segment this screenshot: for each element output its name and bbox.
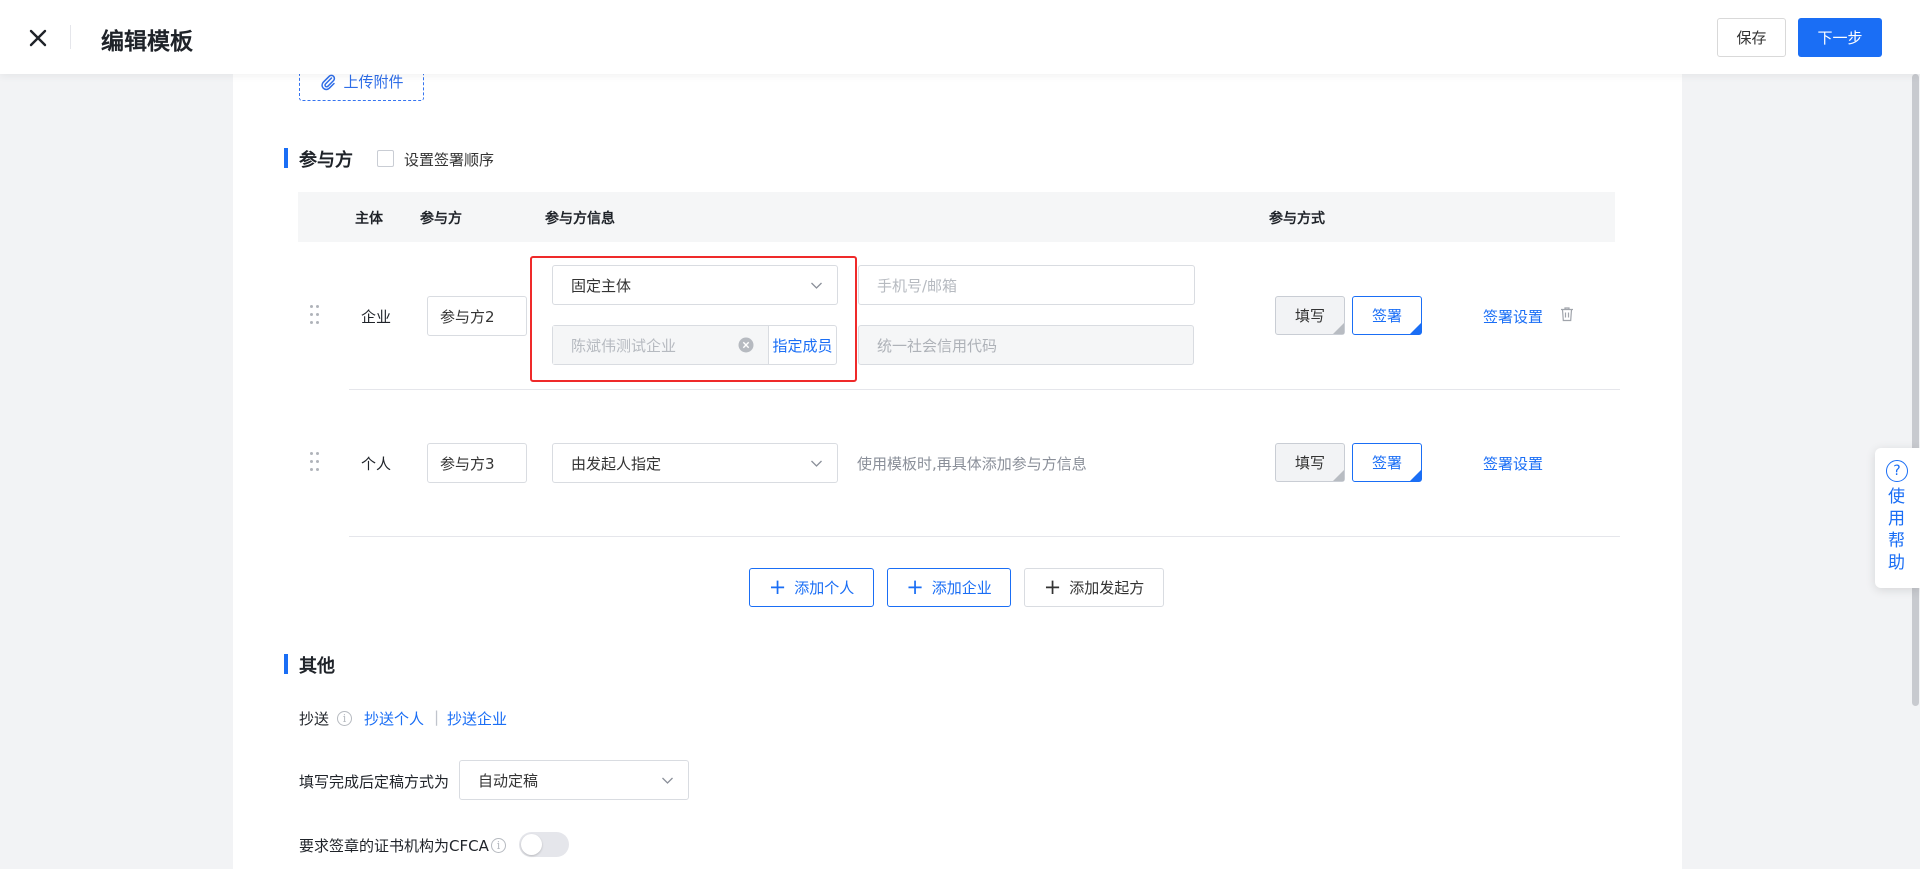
column-header-party: 参与方 (420, 211, 462, 227)
party-info-hint: 使用模板时,再具体添加参与方信息 (857, 455, 1087, 473)
paperclip-icon (321, 74, 336, 90)
info-icon[interactable]: i (491, 838, 506, 853)
sign-settings-link[interactable]: 签署设置 (1483, 306, 1543, 327)
finalize-value: 自动定稿 (478, 771, 539, 790)
page-title: 编辑模板 (101, 29, 193, 55)
subject-type-value: 由发起人指定 (571, 454, 662, 473)
party-name-input[interactable]: 参与方3 (427, 443, 527, 483)
add-company-label: 添加企业 (931, 579, 992, 597)
contact-input[interactable]: 手机号/邮箱 (858, 265, 1195, 305)
highlight-box (530, 256, 857, 382)
sign-method-label: 签署 (1371, 454, 1402, 472)
chevron-down-icon (811, 460, 822, 467)
credit-code-input: 统一社会信用代码 (858, 325, 1194, 365)
row-subject: 企业 (361, 308, 392, 326)
fill-method-button[interactable]: 填写 (1275, 296, 1345, 335)
sign-method-button[interactable]: 签署 (1352, 443, 1422, 482)
plus-icon: + (906, 575, 924, 599)
help-label: 使用帮助 (1888, 487, 1905, 573)
finalize-select[interactable]: 自动定稿 (459, 760, 689, 800)
section-marker (284, 654, 288, 674)
scrollbar-thumb[interactable] (1912, 74, 1919, 706)
plus-icon: + (768, 575, 787, 599)
party-name-input[interactable]: 参与方2 (427, 296, 527, 336)
sign-settings-link[interactable]: 签署设置 (1483, 453, 1543, 474)
row-divider (349, 389, 1620, 390)
cc-person-link[interactable]: 抄送个人 (364, 708, 424, 729)
column-header-info: 参与方信息 (545, 211, 615, 227)
add-company-button[interactable]: + 添加企业 (887, 568, 1011, 607)
sign-method-label: 签署 (1371, 307, 1402, 325)
delete-icon[interactable] (1558, 305, 1576, 323)
add-initiator-label: 添加发起方 (1069, 579, 1145, 597)
column-header-method: 参与方式 (1269, 211, 1325, 227)
drag-handle-icon[interactable] (310, 452, 322, 474)
participants-table-header: 主体 参与方 参与方信息 参与方式 (298, 192, 1615, 242)
subject-type-select[interactable]: 由发起人指定 (552, 443, 838, 483)
drag-handle-icon[interactable] (310, 305, 322, 327)
upload-attachment-label: 上传附件 (343, 73, 404, 91)
row-subject: 个人 (361, 455, 392, 473)
save-button[interactable]: 保存 (1717, 18, 1786, 57)
column-header-subject: 主体 (355, 211, 383, 227)
chevron-down-icon (662, 777, 673, 784)
sign-order-checkbox[interactable] (377, 150, 394, 167)
cc-company-link[interactable]: 抄送企业 (447, 708, 507, 729)
other-section-title: 其他 (299, 656, 335, 677)
fill-method-button[interactable]: 填写 (1275, 443, 1345, 482)
fill-method-label: 填写 (1294, 307, 1325, 325)
info-icon[interactable]: i (337, 711, 352, 726)
sign-method-button[interactable]: 签署 (1352, 296, 1422, 335)
title-divider (70, 25, 71, 49)
cc-separator: | (434, 708, 440, 726)
cc-label: 抄送 (299, 710, 330, 728)
section-marker (284, 148, 288, 168)
participants-section-title: 参与方 (299, 150, 353, 171)
add-person-label: 添加个人 (794, 579, 855, 597)
toggle-knob (521, 834, 542, 855)
top-bar: 编辑模板 保存 下一步 (0, 0, 1920, 74)
sign-order-label: 设置签署顺序 (404, 151, 495, 169)
add-initiator-button[interactable]: + 添加发起方 (1024, 568, 1164, 607)
finalize-label: 填写完成后定稿方式为 (299, 773, 450, 791)
plus-icon: + (1043, 575, 1062, 599)
close-icon[interactable] (24, 24, 52, 52)
row-divider (349, 536, 1620, 537)
cfca-toggle[interactable] (519, 832, 569, 857)
fill-method-label: 填写 (1294, 454, 1325, 472)
cfca-label: 要求签章的证书机构为CFCA (299, 837, 489, 855)
help-widget[interactable]: ? 使用帮助 (1875, 448, 1920, 588)
add-person-button[interactable]: + 添加个人 (749, 568, 874, 607)
question-icon: ? (1886, 460, 1908, 482)
next-step-button[interactable]: 下一步 (1798, 18, 1882, 57)
